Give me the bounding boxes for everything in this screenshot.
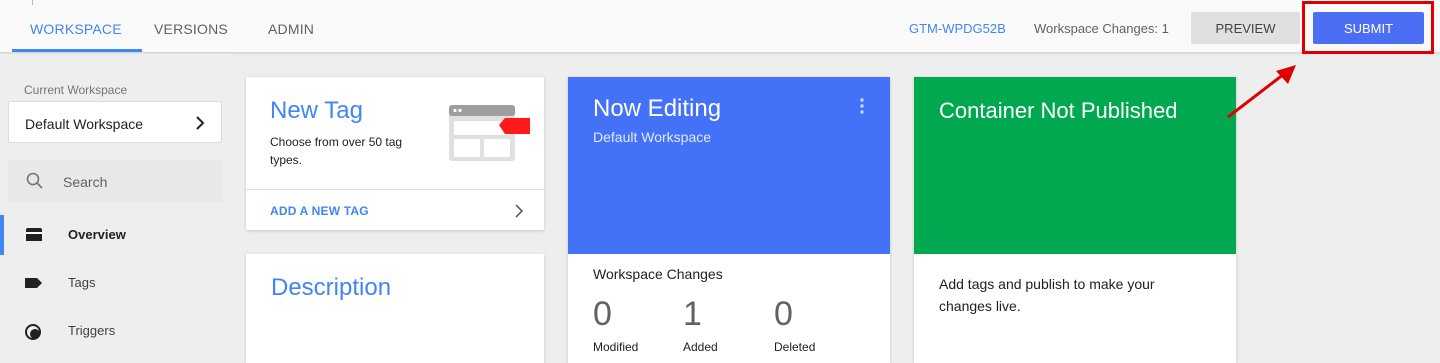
now-editing-title: Now Editing bbox=[593, 95, 722, 122]
new-tag-title: New Tag bbox=[270, 97, 363, 124]
tab-versions[interactable]: VERSIONS bbox=[154, 21, 228, 37]
folder-icon bbox=[26, 228, 42, 241]
search-placeholder: Search bbox=[63, 174, 108, 190]
modified-label: Modified bbox=[593, 340, 639, 354]
workspace-selector[interactable]: Default Workspace bbox=[8, 101, 222, 143]
sidebar-item-label: Overview bbox=[68, 227, 126, 242]
current-workspace-label: Current Workspace bbox=[24, 83, 128, 97]
sidebar-item-overview[interactable]: Overview bbox=[0, 215, 232, 255]
workspace-name: Default Workspace bbox=[25, 116, 144, 132]
tag-window-illustration-icon bbox=[449, 105, 530, 161]
description-card[interactable]: Description bbox=[246, 254, 544, 363]
container-not-published-card: Container Not Published Add tags and pub… bbox=[914, 77, 1236, 363]
deleted-label: Deleted bbox=[774, 340, 816, 354]
chevron-right-icon bbox=[515, 204, 524, 218]
card-divider bbox=[246, 189, 544, 190]
tag-icon bbox=[25, 278, 42, 288]
new-tag-card[interactable]: New Tag Choose from over 50 tag types. A… bbox=[246, 77, 544, 230]
search-icon bbox=[26, 172, 43, 189]
new-tag-subtitle: Choose from over 50 tag types. bbox=[270, 135, 403, 167]
workspace-changes-heading: Workspace Changes bbox=[593, 266, 723, 282]
top-bar: WORKSPACE VERSIONS ADMIN GTM-WPDG52B Wor… bbox=[0, 0, 1440, 53]
search-input[interactable]: Search bbox=[8, 160, 222, 202]
submit-highlight-box bbox=[1302, 1, 1434, 54]
not-published-message: Add tags and publish to make your change… bbox=[939, 276, 1155, 314]
more-vert-icon[interactable] bbox=[859, 97, 865, 115]
annotation-arrow-icon bbox=[1227, 65, 1296, 119]
tab-workspace[interactable]: WORKSPACE bbox=[30, 21, 122, 37]
deleted-count: 0 bbox=[774, 295, 793, 333]
sidebar-item-label: Tags bbox=[68, 275, 96, 290]
added-count: 1 bbox=[683, 295, 702, 333]
add-new-tag-link[interactable]: ADD A NEW TAG bbox=[270, 204, 369, 218]
sidebar-item-label: Triggers bbox=[68, 323, 116, 338]
active-tab-indicator bbox=[12, 49, 142, 52]
description-title: Description bbox=[271, 274, 392, 301]
sidebar-item-triggers[interactable]: Triggers bbox=[0, 311, 232, 351]
container-id-link[interactable]: GTM-WPDG52B bbox=[909, 21, 1006, 36]
now-editing-workspace: Default Workspace bbox=[593, 129, 712, 145]
not-published-title: Container Not Published bbox=[939, 98, 1178, 123]
modified-count: 0 bbox=[593, 295, 612, 333]
preview-button[interactable]: PREVIEW bbox=[1191, 12, 1300, 44]
sidebar-item-tags[interactable]: Tags bbox=[0, 263, 232, 303]
trigger-icon bbox=[25, 324, 41, 340]
now-editing-card: Now Editing Default Workspace Workspace … bbox=[568, 77, 890, 363]
added-label: Added bbox=[683, 340, 718, 354]
chevron-right-icon bbox=[196, 116, 205, 130]
tab-admin[interactable]: ADMIN bbox=[268, 21, 314, 37]
window-edge-tick bbox=[32, 0, 33, 5]
workspace-changes-count: Workspace Changes: 1 bbox=[1034, 21, 1169, 36]
